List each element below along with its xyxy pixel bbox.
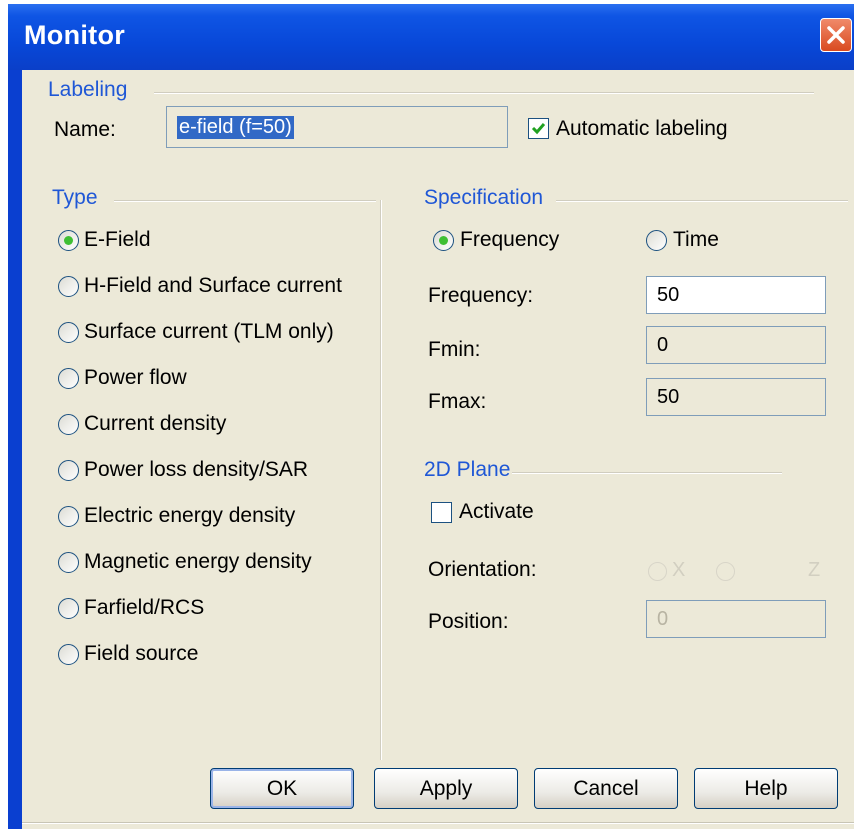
- checkmark-icon: [531, 123, 546, 135]
- type-option-label: E-Field: [84, 228, 151, 251]
- monitor-dialog: Monitor Labeling Name: e-field (f=50) Au…: [8, 4, 854, 829]
- close-button[interactable]: [820, 18, 852, 52]
- bottom-edge: [22, 822, 854, 824]
- type-radio-9[interactable]: [58, 644, 79, 665]
- type-radio-6[interactable]: [58, 506, 79, 527]
- specification-divider: [556, 200, 848, 202]
- plane-group-label: 2D Plane: [424, 458, 511, 481]
- frequency-radio-label: Frequency: [460, 228, 560, 251]
- plane-divider: [512, 472, 782, 474]
- apply-button-label: Apply: [419, 776, 473, 800]
- position-label: Position:: [428, 610, 509, 633]
- type-option-label: Surface current (TLM only): [84, 320, 334, 343]
- close-icon: [827, 26, 845, 44]
- type-option-label: Current density: [84, 412, 227, 435]
- position-input-value: 0: [657, 607, 669, 630]
- frequency-input-value: 50: [657, 283, 680, 306]
- type-vertical-divider: [380, 200, 382, 760]
- help-button-label: Help: [744, 776, 788, 800]
- frequency-input[interactable]: 50: [646, 276, 826, 314]
- type-radio-5[interactable]: [58, 460, 79, 481]
- activate-checkbox[interactable]: [431, 502, 452, 523]
- fmin-label: Fmin:: [428, 338, 481, 361]
- time-radio[interactable]: [646, 230, 667, 251]
- fmax-input[interactable]: 50: [646, 378, 826, 416]
- position-input[interactable]: 0: [646, 600, 826, 638]
- type-radio-1[interactable]: [58, 276, 79, 297]
- dialog-title: Monitor: [24, 20, 126, 50]
- type-option-label: Magnetic energy density: [84, 550, 312, 573]
- specification-group-label: Specification: [424, 186, 544, 209]
- type-group-label: Type: [52, 186, 98, 209]
- orientation-z-label: Z: [808, 559, 821, 581]
- frequency-label: Frequency:: [428, 284, 534, 307]
- fmin-input-value: 0: [657, 333, 669, 356]
- type-option-label: H-Field and Surface current: [84, 274, 342, 297]
- orientation-label: Orientation:: [428, 558, 537, 581]
- title-bar[interactable]: Monitor: [8, 4, 854, 70]
- ok-button[interactable]: OK: [210, 768, 354, 809]
- orientation-x-radio[interactable]: [648, 562, 667, 581]
- type-radio-2[interactable]: [58, 322, 79, 343]
- type-radio-4[interactable]: [58, 414, 79, 435]
- labeling-group-label: Labeling: [48, 78, 128, 101]
- type-option-label: Field source: [84, 642, 199, 665]
- type-radio-7[interactable]: [58, 552, 79, 573]
- type-radio-8[interactable]: [58, 598, 79, 619]
- type-option-label: Power loss density/SAR: [84, 458, 309, 481]
- dialog-body: Labeling Name: e-field (f=50) Automatic …: [22, 70, 854, 829]
- orientation-y-radio[interactable]: [716, 562, 735, 581]
- fmax-input-value: 50: [657, 385, 680, 408]
- labeling-divider: [154, 92, 814, 94]
- cancel-button[interactable]: Cancel: [534, 768, 678, 809]
- type-radio-3[interactable]: [58, 368, 79, 389]
- automatic-labeling-checkbox[interactable]: [528, 118, 549, 139]
- type-option-label: Power flow: [84, 366, 187, 389]
- ok-button-label: OK: [266, 776, 298, 800]
- type-radio-0[interactable]: [58, 230, 79, 251]
- apply-button[interactable]: Apply: [374, 768, 518, 809]
- name-field-value: e-field (f=50): [177, 115, 294, 139]
- fmax-label: Fmax:: [428, 390, 487, 413]
- fmin-input[interactable]: 0: [646, 326, 826, 364]
- type-option-label: Farfield/RCS: [84, 596, 205, 619]
- name-label: Name:: [54, 118, 116, 141]
- time-radio-label: Time: [673, 228, 719, 251]
- activate-label: Activate: [459, 500, 534, 523]
- type-divider: [114, 200, 376, 202]
- cancel-button-label: Cancel: [573, 776, 639, 800]
- help-button[interactable]: Help: [694, 768, 838, 809]
- orientation-x-label: X: [672, 559, 686, 581]
- automatic-labeling-label: Automatic labeling: [556, 117, 728, 140]
- type-option-label: Electric energy density: [84, 504, 296, 527]
- frequency-radio[interactable]: [433, 230, 454, 251]
- name-field[interactable]: e-field (f=50): [166, 106, 508, 148]
